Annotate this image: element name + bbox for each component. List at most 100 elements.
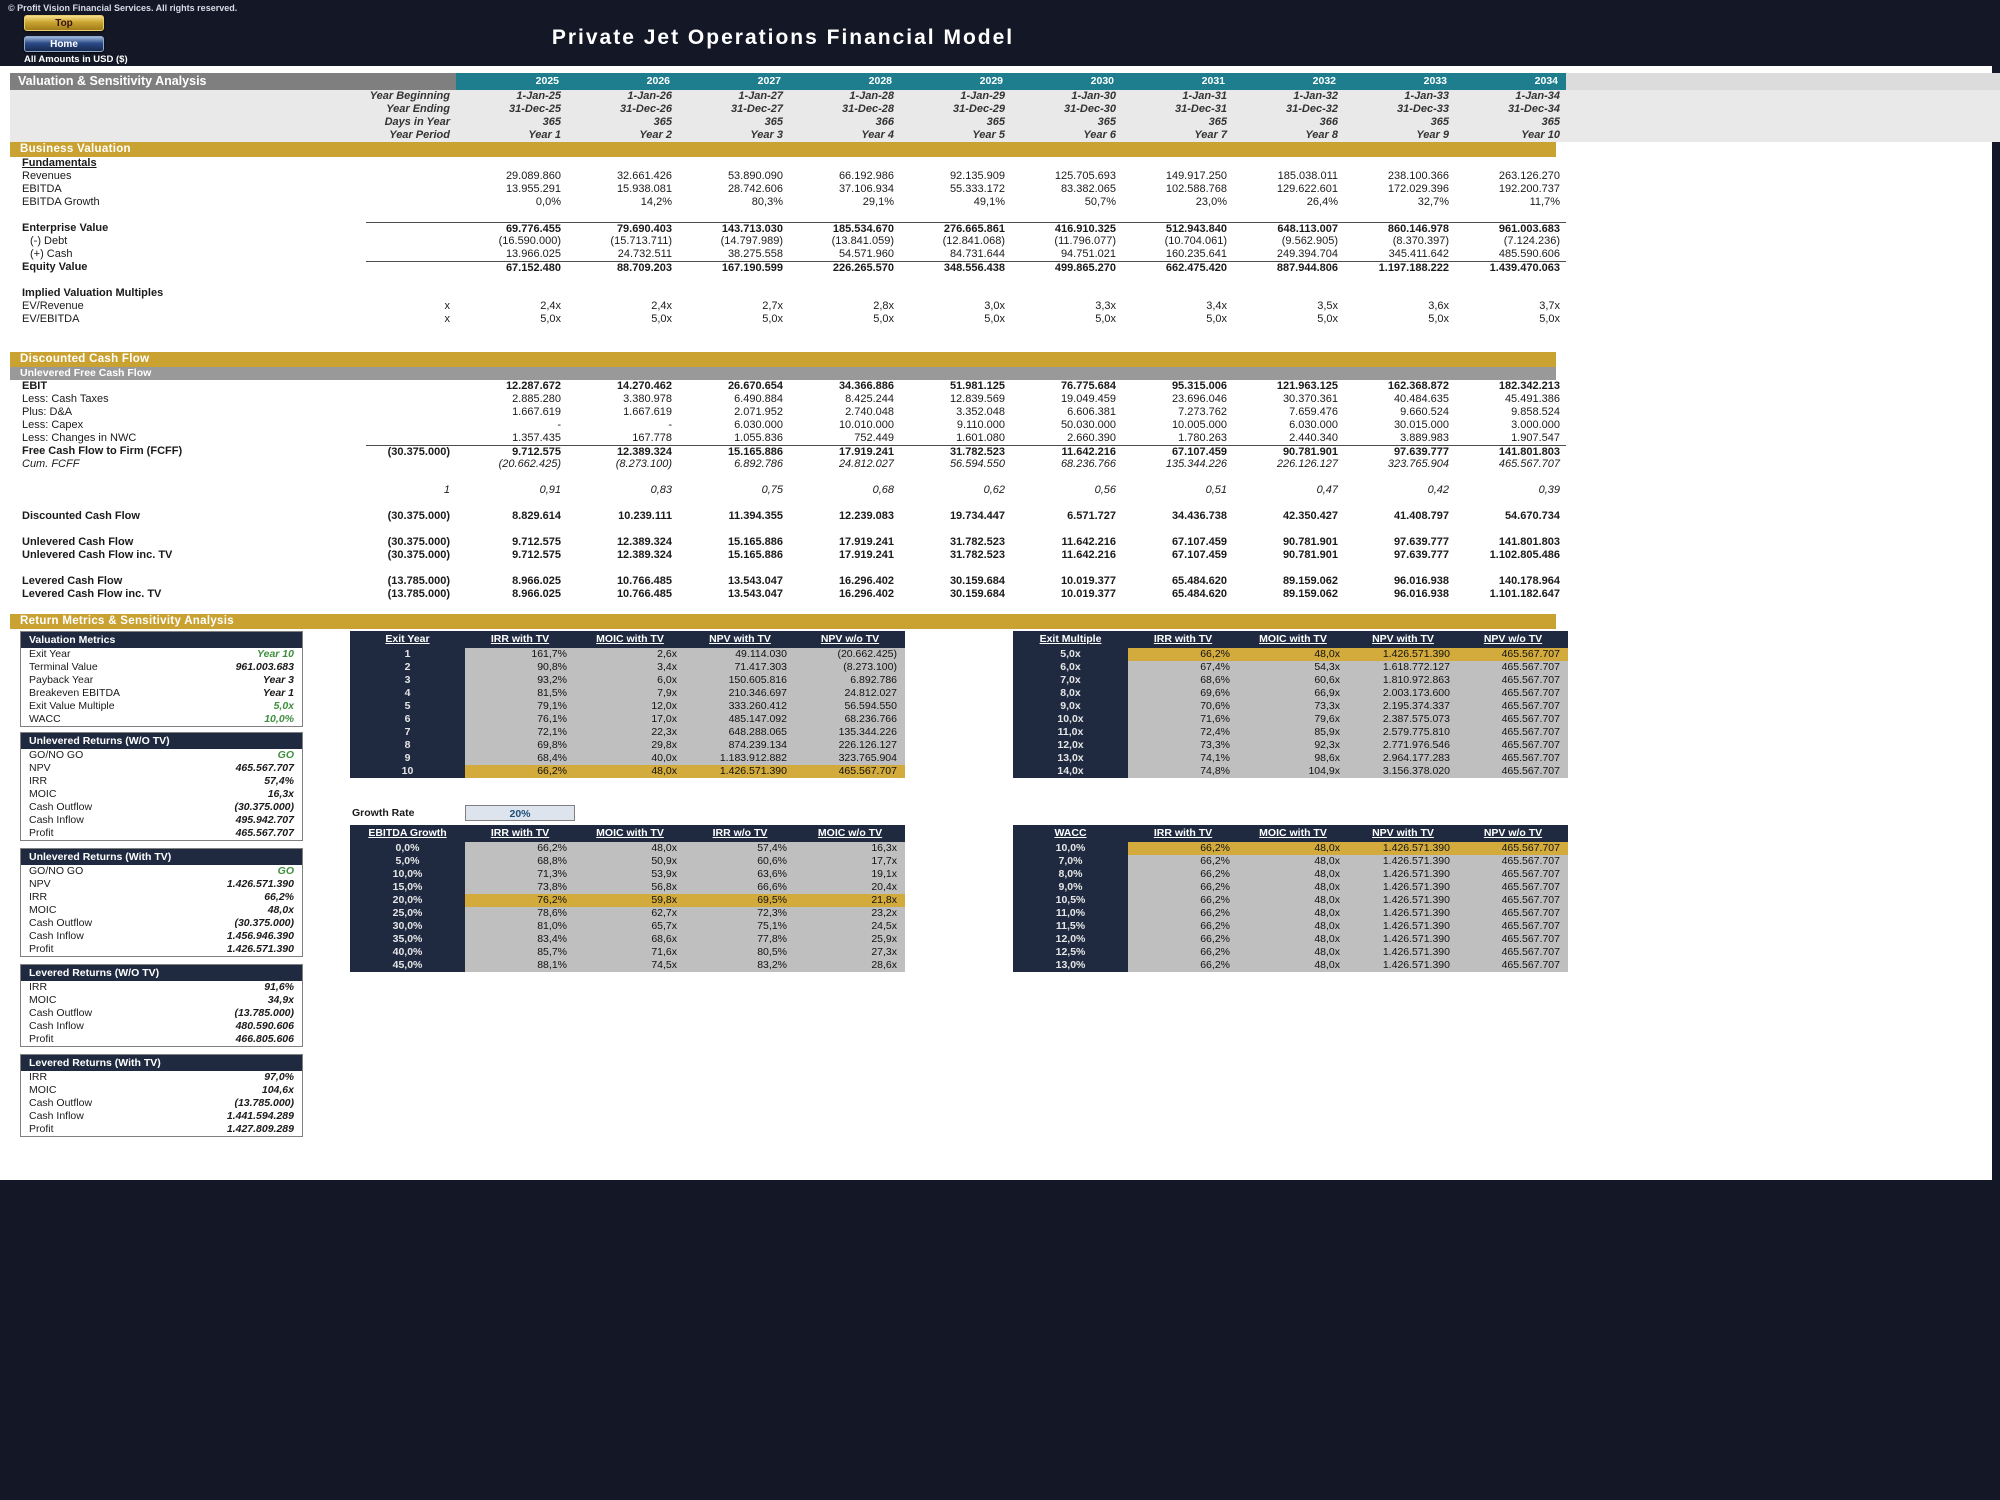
cell: 30.015.000 [1344, 419, 1455, 432]
cell: 14,2% [567, 196, 678, 209]
row-year-ending: Year Ending31-Dec-2531-Dec-2631-Dec-2731… [10, 103, 1992, 116]
cell: 2,7x [678, 300, 789, 313]
row-key-cell: 12,5% [1013, 946, 1128, 959]
cell: 25,9x [795, 933, 905, 946]
cell: 31-Dec-29 [900, 103, 1011, 116]
cell: 19,1x [795, 868, 905, 881]
cell: 465.567.707 [1458, 661, 1568, 674]
metric-value: 466.805.606 [236, 1033, 302, 1046]
row-key-cell: 15,0% [350, 881, 465, 894]
cell-year0 [366, 287, 456, 300]
sensitivity-row: 12,0x73,3%92,3x2.771.976.546465.567.707 [1013, 739, 1568, 752]
metric-row-cash-inflow: Cash Inflow495.942.707 [21, 814, 302, 827]
cell: 95.315.006 [1122, 380, 1233, 393]
metric-value: 66,2% [264, 891, 302, 904]
cell: 94.751.021 [1011, 248, 1122, 261]
cell: (20.662.425) [795, 648, 905, 661]
cell: 13.955.291 [456, 183, 567, 196]
cell: 2,8x [789, 300, 900, 313]
cell: 2.195.374.337 [1348, 700, 1458, 713]
metric-row-profit: Profit1.427.809.289 [21, 1123, 302, 1136]
row-unlevered-cash-flow-inc-tv: Unlevered Cash Flow inc. TV(30.375.000)9… [10, 549, 1992, 562]
cell: 860.146.978 [1344, 222, 1455, 235]
cell: 15.165.886 [678, 536, 789, 549]
cell: 69,6% [1128, 687, 1238, 700]
row-label: Revenues [10, 170, 366, 183]
sensitivity-row: 579,1%12,0x333.260.41256.594.550 [350, 700, 905, 713]
cell-year0: (30.375.000) [366, 536, 456, 549]
cell: 37.106.934 [789, 183, 900, 196]
cell-year0 [366, 248, 456, 261]
metric-label: Cash Inflow [21, 930, 227, 943]
cell: 6.606.381 [1011, 406, 1122, 419]
cell: 24.732.511 [567, 248, 678, 261]
cell: 1.810.972.863 [1348, 674, 1458, 687]
row-plus-d-a: Plus: D&A1.667.6191.667.6192.071.9522.74… [10, 406, 1992, 419]
cell: 9.712.575 [456, 549, 567, 562]
cell: 2.440.340 [1233, 432, 1344, 445]
row-label: EV/Revenue [10, 300, 366, 313]
cell: 56.594.550 [795, 700, 905, 713]
row-label: Unlevered Cash Flow [10, 536, 366, 549]
cell: 961.003.683 [1455, 222, 1566, 235]
cell: 68.236.766 [795, 713, 905, 726]
metric-value: Year 3 [263, 674, 302, 687]
cell: 79,6x [1238, 713, 1348, 726]
row-key-cell: 14,0x [1013, 765, 1128, 778]
cell: 24.812.027 [795, 687, 905, 700]
cell: 0,83 [567, 484, 678, 497]
top-bar: © Profit Vision Financial Services. All … [0, 0, 2000, 66]
cell: 172.029.396 [1344, 183, 1455, 196]
cell: 12,0x [575, 700, 685, 713]
column-header-npv-with-tv: NPV with TV [685, 631, 795, 648]
metric-value: 465.567.707 [236, 762, 302, 775]
cell: (9.562.905) [1233, 235, 1344, 248]
row-label: Less: Cash Taxes [10, 393, 366, 406]
metric-row-irr: IRR66,2% [21, 891, 302, 904]
row-label: EBIT [10, 380, 366, 393]
row-label: Less: Capex [10, 419, 366, 432]
valuation-analysis-header: Valuation & Sensitivity Analysis [10, 73, 456, 90]
year-header-cell: 2033 [1344, 73, 1455, 90]
cell: 89.159.062 [1233, 575, 1344, 588]
cell: 66,2% [1128, 933, 1238, 946]
year-header-cell: 2025 [456, 73, 567, 90]
growth-rate-input[interactable]: 20% [465, 805, 575, 821]
top-button[interactable]: Top [24, 15, 104, 31]
metric-value: Year 1 [263, 687, 302, 700]
cell: 49,1% [900, 196, 1011, 209]
cell: 465.567.707 [1458, 946, 1568, 959]
row-fundamentals: Fundamentals [10, 157, 1992, 170]
home-button[interactable]: Home [24, 36, 104, 52]
cell: 23,0% [1122, 196, 1233, 209]
metric-row-profit: Profit465.567.707 [21, 827, 302, 840]
metric-label: MOIC [21, 1084, 262, 1097]
row-ev-ebitda: EV/EBITDAx5,0x5,0x5,0x5,0x5,0x5,0x5,0x5,… [10, 313, 1992, 326]
cell: 30.370.361 [1233, 393, 1344, 406]
cell: 6.030.000 [678, 419, 789, 432]
cell: 11,7% [1455, 196, 1566, 209]
metric-label: Terminal Value [21, 661, 236, 674]
row-key-cell: 11,0x [1013, 726, 1128, 739]
row-label: (+) Cash [10, 248, 366, 261]
sensitivity-row: 10,0%66,2%48,0x1.426.571.390465.567.707 [1013, 842, 1568, 855]
cell: 465.567.707 [1458, 933, 1568, 946]
cell: 1-Jan-28 [789, 90, 900, 103]
cell: 6.571.727 [1011, 510, 1122, 523]
cell: 1.426.571.390 [1348, 868, 1458, 881]
sensitivity-row: 13,0x74,1%98,6x2.964.177.283465.567.707 [1013, 752, 1568, 765]
cell: 1.426.571.390 [1348, 920, 1458, 933]
cell: 1.426.571.390 [1348, 894, 1458, 907]
cell: 0,68 [789, 484, 900, 497]
cell: 66,2% [1128, 648, 1238, 661]
cell: 238.100.366 [1344, 170, 1455, 183]
cell: 69,5% [685, 894, 795, 907]
cell: 1.426.571.390 [1348, 946, 1458, 959]
cell: 465.567.707 [1458, 920, 1568, 933]
cell: 648.288.065 [685, 726, 795, 739]
cell: 10.010.000 [789, 419, 900, 432]
cell: 53.890.090 [678, 170, 789, 183]
cell: 104,9x [1238, 765, 1348, 778]
cell: 80,5% [685, 946, 795, 959]
row-key-cell: 25,0% [350, 907, 465, 920]
